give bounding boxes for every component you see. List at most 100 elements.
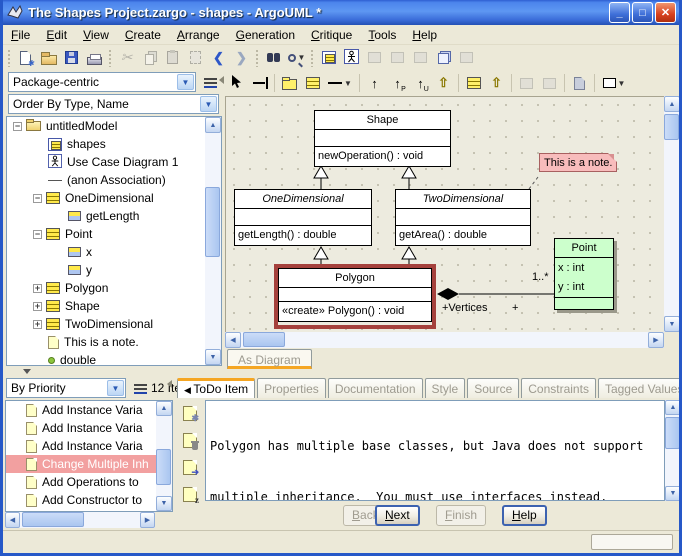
tree-item-use-case-diagram[interactable]: Use Case Diagram 1 [7,153,221,171]
save-project-button[interactable] [60,47,83,69]
tab-documentation[interactable]: Documentation [328,378,423,398]
new-permission-button[interactable] [386,72,409,94]
scroll-thumb[interactable] [665,417,680,449]
scroll-down-icon[interactable]: ▼ [205,349,221,365]
scroll-thumb[interactable] [22,512,84,527]
copy-button[interactable] [138,47,161,69]
tree-item-anon-association[interactable]: (anon Association) [7,171,221,189]
scroll-right-icon[interactable]: ▶ [140,512,155,528]
order-combo[interactable]: Order By Type, Name ▼ [8,94,219,114]
combo-dropdown-icon[interactable]: ▼ [177,74,194,90]
uml-class-onedimensional[interactable]: OneDimensional getLength() : double [234,189,372,246]
todo-flat-view-button[interactable] [129,378,152,400]
broken-line-tool-button[interactable] [248,72,271,94]
tree-item-twodimensional[interactable]: TwoDimensional [7,315,221,333]
find-button[interactable] [262,47,285,69]
splitter-collapse-arrow[interactable] [23,369,31,374]
new-usage-button[interactable] [409,72,432,94]
combo-dropdown-icon[interactable]: ▼ [107,380,124,396]
tree-item-untitledmodel[interactable]: untitledModel [7,117,221,135]
scroll-down-icon[interactable]: ▼ [665,486,681,501]
cut-button[interactable] [115,47,138,69]
todo-list-item-selected[interactable]: Change Multiple Inh [6,455,172,473]
menu-critique[interactable]: Critique [303,26,360,44]
tree-item-x[interactable]: x [7,243,221,261]
tree-item-double[interactable]: double [7,351,221,366]
todo-list-item[interactable]: Add Instance Varia [6,419,172,437]
menu-help[interactable]: Help [404,26,445,44]
minimize-button[interactable]: _ [609,2,630,23]
state-diagram-button[interactable] [363,47,386,69]
scroll-down-icon[interactable]: ▼ [156,496,172,511]
menu-generation[interactable]: Generation [228,26,303,44]
collapse-icon[interactable] [13,122,22,131]
use-case-diagram-button[interactable] [340,47,363,69]
tab-todo-item[interactable]: ToDo Item [177,378,255,398]
todo-list-item[interactable]: Add Instance Varia [6,437,172,455]
scroll-thumb[interactable] [243,332,285,347]
paste-special-button[interactable] [184,47,207,69]
menu-tools[interactable]: Tools [360,26,404,44]
explorer-tree[interactable]: untitledModel shapes Use Case Diagram 1 … [6,116,222,366]
todo-filter-combo[interactable]: By Priority ▼ [6,378,126,398]
menu-file[interactable]: File [3,26,38,44]
collapse-icon[interactable] [33,194,42,203]
perspective-combo[interactable]: Package-centric ▼ [8,72,196,92]
zoom-button[interactable]: ▼ [285,47,308,69]
scroll-up-icon[interactable]: ▲ [205,117,221,133]
scroll-thumb[interactable] [156,449,171,485]
wizard-text-scrollbar[interactable]: ▲ ▼ [665,400,681,501]
collaboration-diagram-button[interactable] [386,47,409,69]
uml-class-shape[interactable]: Shape newOperation() : void [314,110,451,167]
combo-dropdown-icon[interactable]: ▼ [200,96,217,112]
tree-item-shape[interactable]: Shape [7,297,221,315]
dropdown-arrow-icon[interactable]: ▼ [618,79,626,88]
scroll-down-icon[interactable]: ▼ [664,316,680,332]
class-diagram-button[interactable] [317,47,340,69]
uml-note[interactable]: This is a note. [539,153,617,172]
scroll-thumb[interactable] [205,187,220,257]
todo-list-item[interactable]: Add Instance Varia [6,401,172,419]
snooze-todo-button[interactable]: z [179,483,201,505]
close-button[interactable]: ✕ [655,2,676,23]
uml-class-point[interactable]: Point x : int y : int [554,238,614,310]
menu-arrange[interactable]: Arrange [169,26,228,44]
diagram-hscrollbar[interactable]: ◀ ▶ [225,332,664,348]
scroll-thumb[interactable] [664,114,679,140]
nav-forward-button[interactable]: ❯ [230,47,253,69]
new-generalization-button[interactable] [432,72,455,94]
todo-list-item[interactable]: Add Operations to [6,473,172,491]
todo-list[interactable]: Add Instance Varia Add Instance Varia Ad… [5,400,173,512]
new-realization-button[interactable] [485,72,508,94]
menu-edit[interactable]: Edit [38,26,75,44]
tree-item-point[interactable]: Point [7,225,221,243]
new-package-button[interactable] [278,72,301,94]
new-comment-button[interactable] [568,72,591,94]
association-end-button[interactable] [515,72,538,94]
nav-back-button[interactable]: ❮ [207,47,230,69]
new-project-button[interactable] [14,47,37,69]
deployment-diagram-button[interactable] [432,47,455,69]
scroll-up-icon[interactable]: ▲ [665,400,681,415]
new-interface-button[interactable] [462,72,485,94]
scroll-up-icon[interactable]: ▲ [664,96,680,112]
new-todo-button[interactable]: ✱ [179,402,201,424]
scroll-right-icon[interactable]: ▶ [648,332,664,348]
tab-as-diagram[interactable]: As Diagram [227,349,312,369]
tree-item-onedimensional[interactable]: OneDimensional [7,189,221,207]
expand-icon[interactable] [33,302,42,311]
tab-constraints[interactable]: Constraints [521,378,596,398]
open-project-button[interactable] [37,47,60,69]
todo-collapse-arrow[interactable] [167,380,172,388]
tab-source[interactable]: Source [467,378,519,398]
tab-tagged-values[interactable]: Tagged Values [598,378,679,398]
diagram-vscrollbar[interactable]: ▲ ▼ [664,96,680,332]
sequence-diagram-button[interactable] [455,47,478,69]
tab-style[interactable]: Style [425,378,466,398]
collapse-icon[interactable] [33,230,42,239]
uml-class-twodimensional[interactable]: TwoDimensional getArea() : double [395,189,531,246]
resolve-todo-button[interactable]: ➔ [179,456,201,478]
shape-tool-button[interactable]: ▼ [598,72,630,94]
new-association-button[interactable]: ▼ [324,72,356,94]
tree-item-polygon[interactable]: Polygon [7,279,221,297]
